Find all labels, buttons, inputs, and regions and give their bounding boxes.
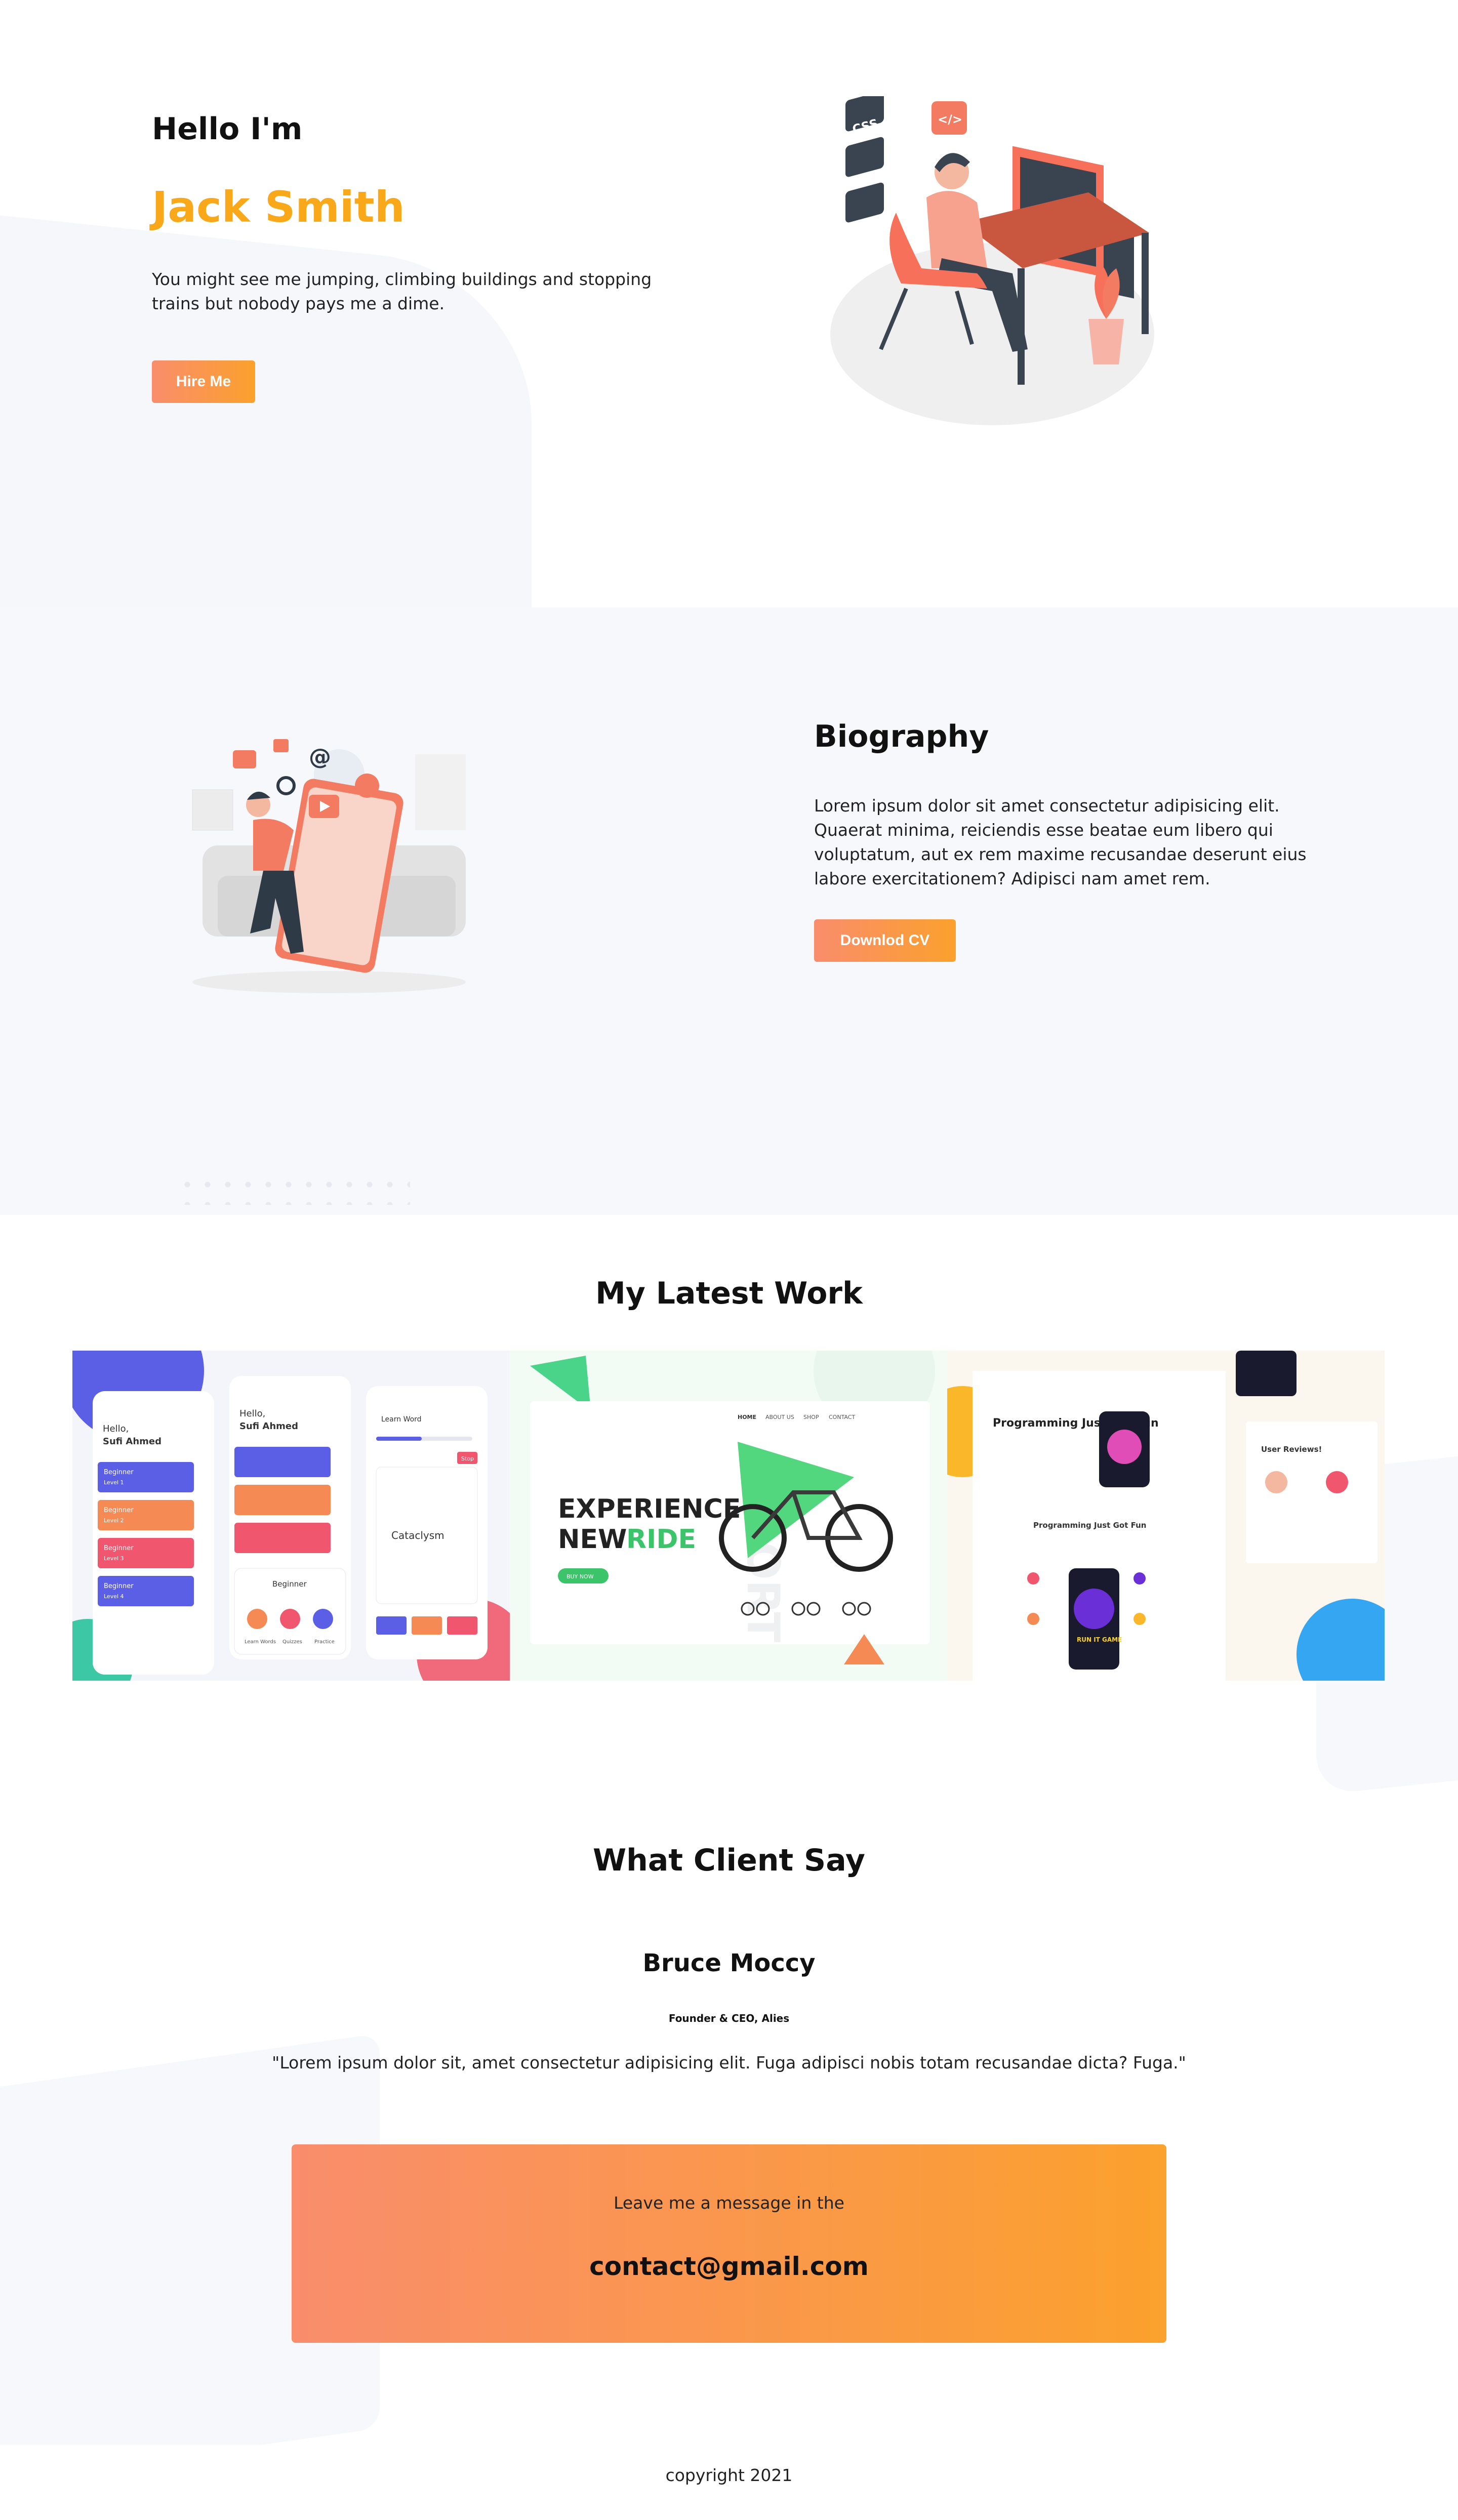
biography-illustration: @ [192, 739, 466, 993]
svg-text:Beginner: Beginner [272, 1579, 307, 1589]
svg-text:Learn Word: Learn Word [381, 1415, 422, 1424]
project-bike-landing[interactable]: HOME ABOUT US SHOP CONTACT SPORT EXPERIE… [510, 1351, 947, 1681]
project-vocab-app[interactable]: Hello, Sufi Ahmed Beginner Level 1 Begin… [72, 1351, 510, 1681]
client-quote: "Lorem ipsum dolor sit, amet consectetur… [272, 2053, 1186, 2072]
svg-text:Stop: Stop [461, 1455, 474, 1462]
chat-icon [233, 750, 256, 768]
svg-text:Beginner: Beginner [104, 1507, 134, 1514]
svg-text:Sufi Ahmed: Sufi Ahmed [239, 1421, 298, 1432]
contact-email-link[interactable]: contact@gmail.com [292, 2252, 1166, 2281]
hero-name: Jack Smith [152, 182, 405, 232]
css-tag-icon: CSS [845, 96, 884, 137]
contact-lead: Leave me a message in the [614, 2193, 844, 2213]
svg-text:Level 3: Level 3 [104, 1555, 124, 1562]
svg-text:RUN IT GAME: RUN IT GAME [1077, 1636, 1122, 1643]
client-name: Bruce Moccy [642, 1949, 816, 1977]
hire-me-button[interactable]: Hire Me [152, 360, 255, 403]
svg-text:Practice: Practice [314, 1639, 335, 1645]
dot-pattern [177, 1174, 410, 1205]
code-bubble-icon: </> [932, 101, 967, 135]
hero-text-block: Hello I'm Jack Smith You might see me ju… [152, 111, 683, 316]
bike-landing-preview: HOME ABOUT US SHOP CONTACT SPORT EXPERIE… [510, 1351, 947, 1681]
svg-text:BUY NOW: BUY NOW [566, 1573, 594, 1580]
biography-text: Lorem ipsum dolor sit amet consectetur a… [814, 796, 1307, 888]
svg-text:Beginner: Beginner [104, 1544, 134, 1552]
svg-text:Programming Just Got Fun: Programming Just Got Fun [1033, 1521, 1146, 1530]
svg-text:ABOUT US: ABOUT US [765, 1414, 794, 1420]
latest-work-title: My Latest Work [595, 1276, 863, 1311]
svg-text:RIDE: RIDE [626, 1524, 696, 1555]
programming-app-preview: Programming Just Got Fun Programming Jus… [947, 1351, 1385, 1681]
svg-text:Sufi Ahmed: Sufi Ahmed [103, 1436, 161, 1447]
search-icon [276, 776, 296, 795]
svg-text:CONTACT: CONTACT [829, 1414, 855, 1420]
heart-icon [273, 739, 289, 752]
svg-text:Level 4: Level 4 [104, 1593, 124, 1600]
svg-text:NEW: NEW [558, 1524, 627, 1555]
svg-text:SHOP: SHOP [803, 1414, 819, 1420]
at-icon: @ [309, 744, 331, 770]
biography-title: Biography [814, 719, 989, 754]
work-gallery: Hello, Sufi Ahmed Beginner Level 1 Begin… [72, 1351, 1385, 1681]
contact-box: Leave me a message in the contact@gmail.… [292, 2144, 1166, 2343]
svg-text:</>: </> [938, 112, 962, 127]
project-programming-app[interactable]: Programming Just Got Fun Programming Jus… [947, 1351, 1385, 1681]
footer: copyright 2021 [0, 2445, 1458, 2520]
svg-text:Level 2: Level 2 [104, 1517, 124, 1524]
svg-text:Beginner: Beginner [104, 1582, 134, 1590]
svg-text:EXPERIENCE: EXPERIENCE [558, 1494, 741, 1524]
copyright-text: copyright 2021 [665, 2465, 793, 2485]
svg-text:Level 1: Level 1 [104, 1479, 124, 1486]
notification-icon [355, 774, 379, 798]
svg-text:HOME: HOME [738, 1414, 756, 1420]
vocab-app-preview: Hello, Sufi Ahmed Beginner Level 1 Begin… [72, 1351, 510, 1681]
svg-text:Hello,: Hello, [103, 1424, 129, 1434]
svg-text:Learn Words: Learn Words [245, 1639, 276, 1645]
svg-text:Beginner: Beginner [104, 1469, 134, 1476]
download-cv-button[interactable]: Downlod CV [814, 919, 956, 962]
client-section-title: What Client Say [592, 1843, 866, 1878]
svg-text:Cataclysm: Cataclysm [391, 1529, 444, 1541]
svg-text:Quizzes: Quizzes [282, 1639, 302, 1645]
client-role: Founder & CEO, Alies [668, 2012, 790, 2024]
hero-tagline: You might see me jumping, climbing build… [152, 269, 652, 313]
hero-greeting: Hello I'm [152, 111, 303, 147]
svg-text:Hello,: Hello, [239, 1408, 265, 1419]
svg-text:User Reviews!: User Reviews! [1261, 1445, 1322, 1454]
developer-illustration: CSS HTML C++ </> [830, 96, 1154, 425]
